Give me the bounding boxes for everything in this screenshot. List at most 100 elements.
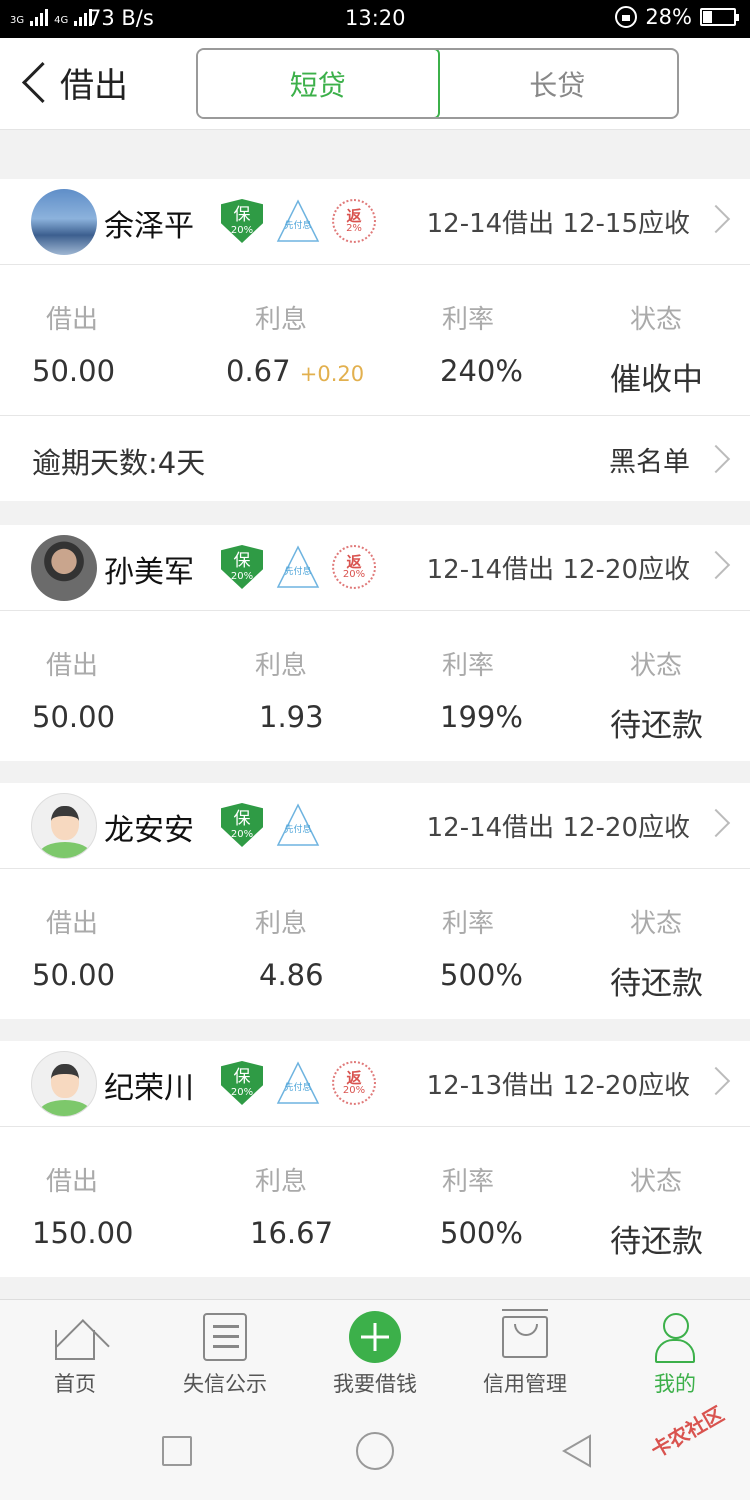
home-icon <box>55 1330 95 1360</box>
box-icon <box>502 1309 548 1358</box>
chevron-right-icon[interactable] <box>701 204 731 234</box>
interest-extra: +0.20 <box>299 362 365 386</box>
interest-value: 16.67 <box>250 1216 334 1250</box>
status-label: 状态 <box>630 909 683 939</box>
tab-credit-management[interactable]: 信用管理 <box>450 1300 600 1406</box>
overdue-row[interactable]: 逾期天数:4天 黑名单 <box>0 415 750 501</box>
lent-label: 借出 <box>46 909 99 939</box>
lent-label: 借出 <box>46 305 99 335</box>
loan-card[interactable]: 余泽平 保 20% 先付息 返 2% 12-14借出 12-15应收 借出 50.00… <box>0 179 750 501</box>
status-label: 状态 <box>630 651 683 681</box>
overdue-days: 逾期天数:4天 <box>32 446 206 480</box>
guarantee-badge-icon: 保 20% <box>221 1061 263 1105</box>
interest-value: 1.93 <box>259 700 324 734</box>
back-nav-button[interactable] <box>560 1434 594 1468</box>
tab-short-loan[interactable]: 短贷 <box>198 50 440 117</box>
rate-label: 利率 <box>442 909 495 939</box>
chevron-right-icon[interactable] <box>701 808 731 838</box>
battery-percent: 28% <box>645 5 692 29</box>
status-value: 催收中 <box>610 362 703 398</box>
guarantee-badge-icon: 保 20% <box>221 545 263 589</box>
system-navigation-bar <box>0 1406 750 1500</box>
lent-value: 50.00 <box>32 700 116 734</box>
rotation-lock-icon <box>615 6 638 28</box>
lent-value: 50.00 <box>32 354 116 388</box>
status-value: 待还款 <box>610 966 703 1002</box>
borrower-name: 纪荣川 <box>104 1071 194 1106</box>
chevron-right-icon[interactable] <box>701 550 731 580</box>
list-icon <box>203 1313 247 1361</box>
blacklist-link[interactable]: 黑名单 <box>609 440 690 479</box>
interest-label: 利息 <box>255 909 308 939</box>
lent-label: 借出 <box>46 1167 99 1197</box>
status-bar: 3G 4G 73 B/s 13:20 28% <box>0 0 750 38</box>
prepaid-interest-badge-icon: 先付息 <box>276 199 320 243</box>
rate-label: 利率 <box>442 651 495 681</box>
recent-apps-button[interactable] <box>162 1436 192 1466</box>
borrower-name: 孙美军 <box>104 555 194 590</box>
loan-card[interactable]: 纪荣川 保 20% 先付息 返 20% 12-13借出 12-20应收 借出 150.… <box>0 1041 750 1277</box>
lent-value: 150.00 <box>32 1216 134 1250</box>
rate-label: 利率 <box>442 1167 495 1197</box>
guarantee-badge-icon: 保 20% <box>221 803 263 847</box>
borrower-name: 龙安安 <box>104 813 194 848</box>
prepaid-interest-badge-icon: 先付息 <box>276 803 320 847</box>
user-icon <box>655 1313 695 1363</box>
lent-label: 借出 <box>46 651 99 681</box>
rebate-badge-icon: 返 20% <box>332 545 376 589</box>
battery-icon <box>700 8 739 26</box>
rate-value: 500% <box>440 958 523 992</box>
guarantee-badge-icon: 保 20% <box>221 199 263 243</box>
network-speed: 73 B/s <box>88 6 154 30</box>
loan-type-tabs: 短贷 长贷 <box>196 48 679 119</box>
network-type-2: 4G <box>54 15 69 26</box>
tab-home[interactable]: 首页 <box>0 1300 150 1406</box>
rate-value: 500% <box>440 1216 523 1250</box>
lent-value: 50.00 <box>32 958 116 992</box>
interest-label: 利息 <box>255 651 308 681</box>
chevron-right-icon[interactable] <box>701 1066 731 1096</box>
status-label: 状态 <box>630 1167 683 1197</box>
interest-label: 利息 <box>255 305 308 335</box>
loan-card[interactable]: 孙美军 保 20% 先付息 返 20% 12-14借出 12-20应收 借出 50.0… <box>0 525 750 761</box>
interest-value: 0.67 +0.20 <box>226 354 365 388</box>
tab-long-loan[interactable]: 长贷 <box>438 50 678 117</box>
tab-label: 首页 <box>54 1372 96 1396</box>
home-button[interactable] <box>356 1432 394 1470</box>
loan-card[interactable]: 龙安安 保 20% 先付息 12-14借出 12-20应收 借出 50.00 利息 4… <box>0 783 750 1019</box>
clock: 13:20 <box>345 6 406 30</box>
loan-dates: 12-14借出 12-20应收 <box>426 813 690 843</box>
network-type: 3G <box>10 15 25 26</box>
avatar <box>31 793 97 859</box>
signal-icon: 3G 4G <box>10 6 93 26</box>
page-title: 借出 <box>60 66 128 106</box>
status-value: 待还款 <box>610 708 703 744</box>
tab-label: 我要借钱 <box>333 1372 417 1396</box>
plus-icon <box>349 1311 401 1363</box>
loan-dates: 12-13借出 12-20应收 <box>426 1071 690 1101</box>
avatar <box>31 189 97 255</box>
chevron-right-icon[interactable] <box>701 444 731 474</box>
rebate-badge-icon: 返 20% <box>332 1061 376 1105</box>
prepaid-interest-badge-icon: 先付息 <box>276 1061 320 1105</box>
status-value: 待还款 <box>610 1224 703 1260</box>
tab-label: 信用管理 <box>483 1372 567 1396</box>
borrower-name: 余泽平 <box>104 209 194 244</box>
avatar <box>31 1051 97 1117</box>
bottom-tab-bar: 首页 失信公示 我要借钱 信用管理 我的 <box>0 1299 750 1406</box>
loan-dates: 12-14借出 12-20应收 <box>426 555 690 585</box>
status-label: 状态 <box>630 305 683 335</box>
back-button[interactable] <box>18 60 58 106</box>
prepaid-interest-badge-icon: 先付息 <box>276 545 320 589</box>
rate-value: 240% <box>440 354 523 388</box>
loan-dates: 12-14借出 12-15应收 <box>426 209 690 239</box>
tab-blacklist-public[interactable]: 失信公示 <box>150 1300 300 1406</box>
rebate-badge-icon: 返 2% <box>332 199 376 243</box>
app-header: 借出 短贷 长贷 <box>0 38 750 130</box>
rate-value: 199% <box>440 700 523 734</box>
avatar <box>31 535 97 601</box>
tab-label: 失信公示 <box>183 1372 267 1396</box>
tab-borrow[interactable]: 我要借钱 <box>300 1300 450 1406</box>
interest-value: 4.86 <box>259 958 324 992</box>
rate-label: 利率 <box>442 305 495 335</box>
